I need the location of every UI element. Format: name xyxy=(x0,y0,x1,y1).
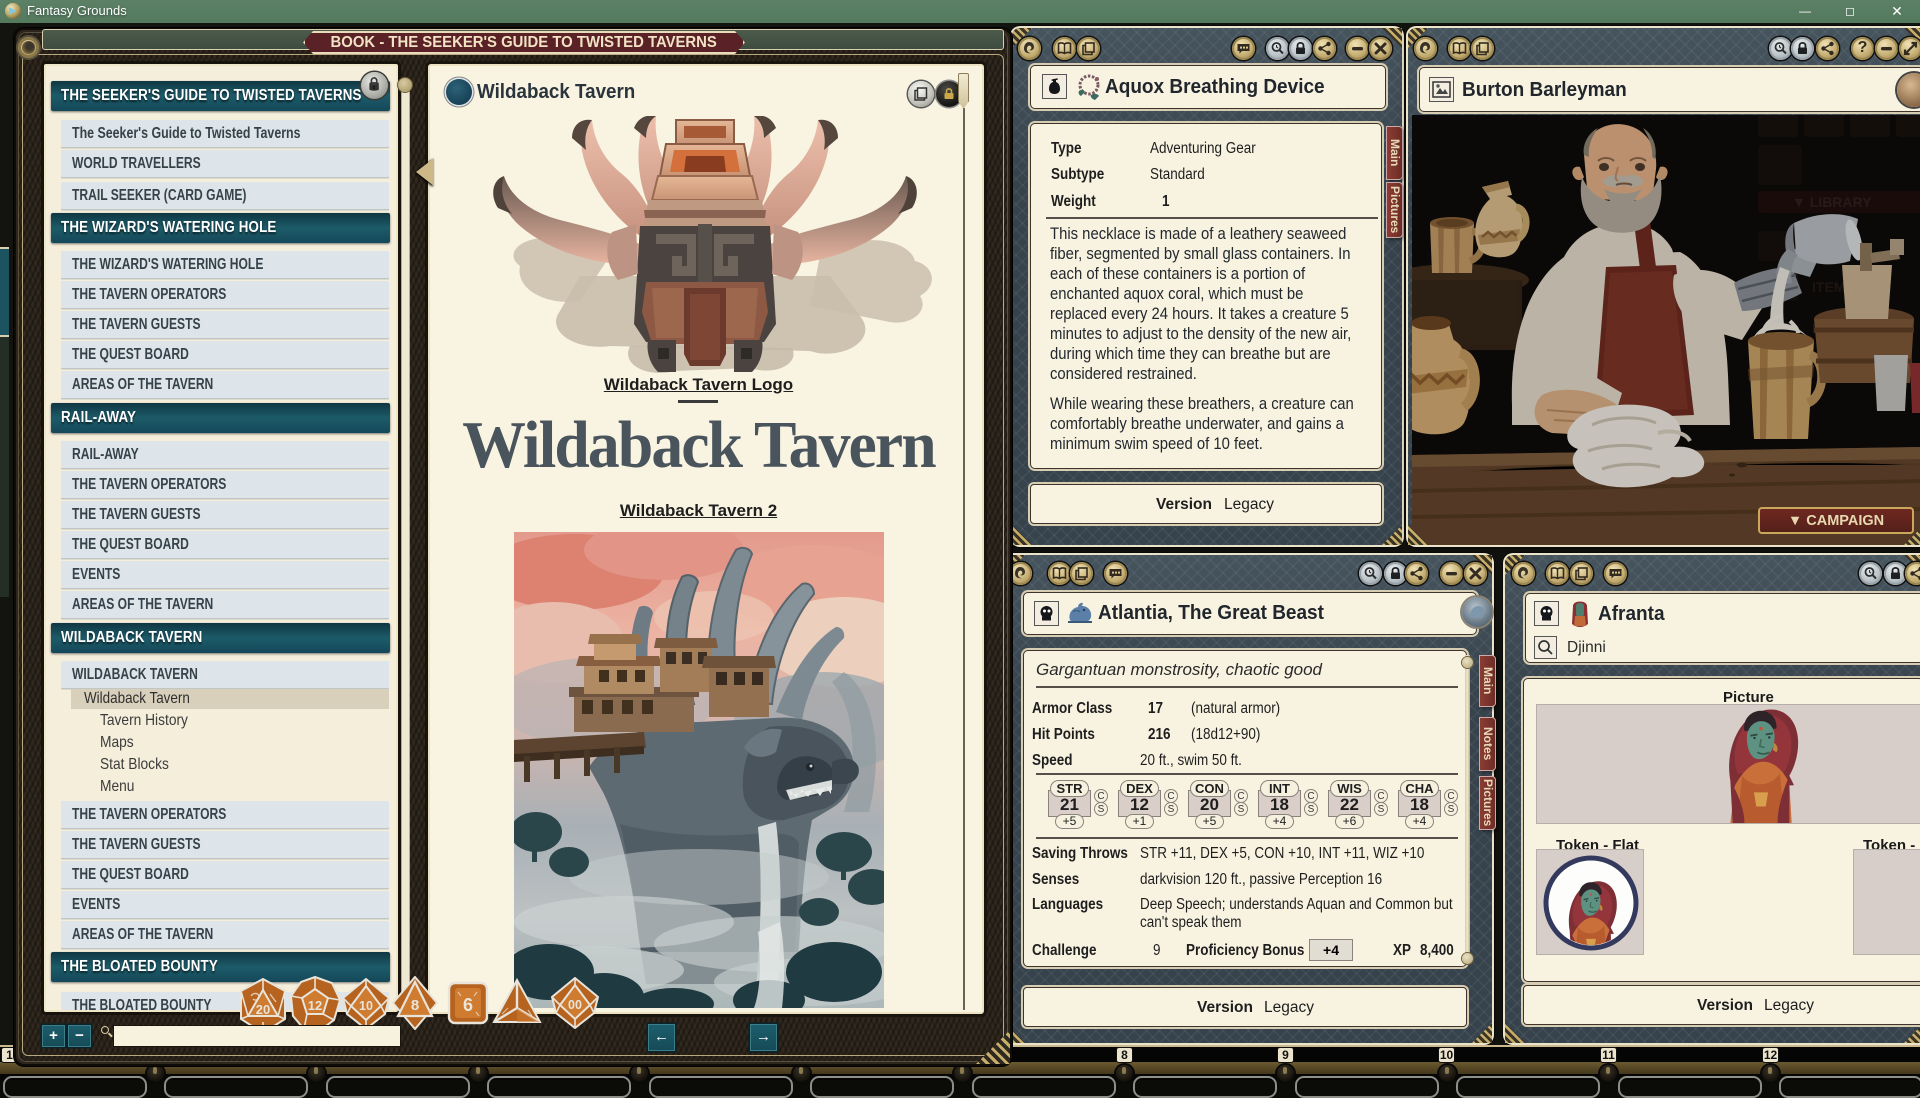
svg-text:20: 20 xyxy=(256,1002,270,1017)
svg-text:6: 6 xyxy=(463,995,473,1015)
svg-text:10: 10 xyxy=(359,999,373,1013)
svg-text:12: 12 xyxy=(308,998,322,1013)
svg-text:00: 00 xyxy=(568,998,582,1012)
svg-text:8: 8 xyxy=(411,997,419,1014)
